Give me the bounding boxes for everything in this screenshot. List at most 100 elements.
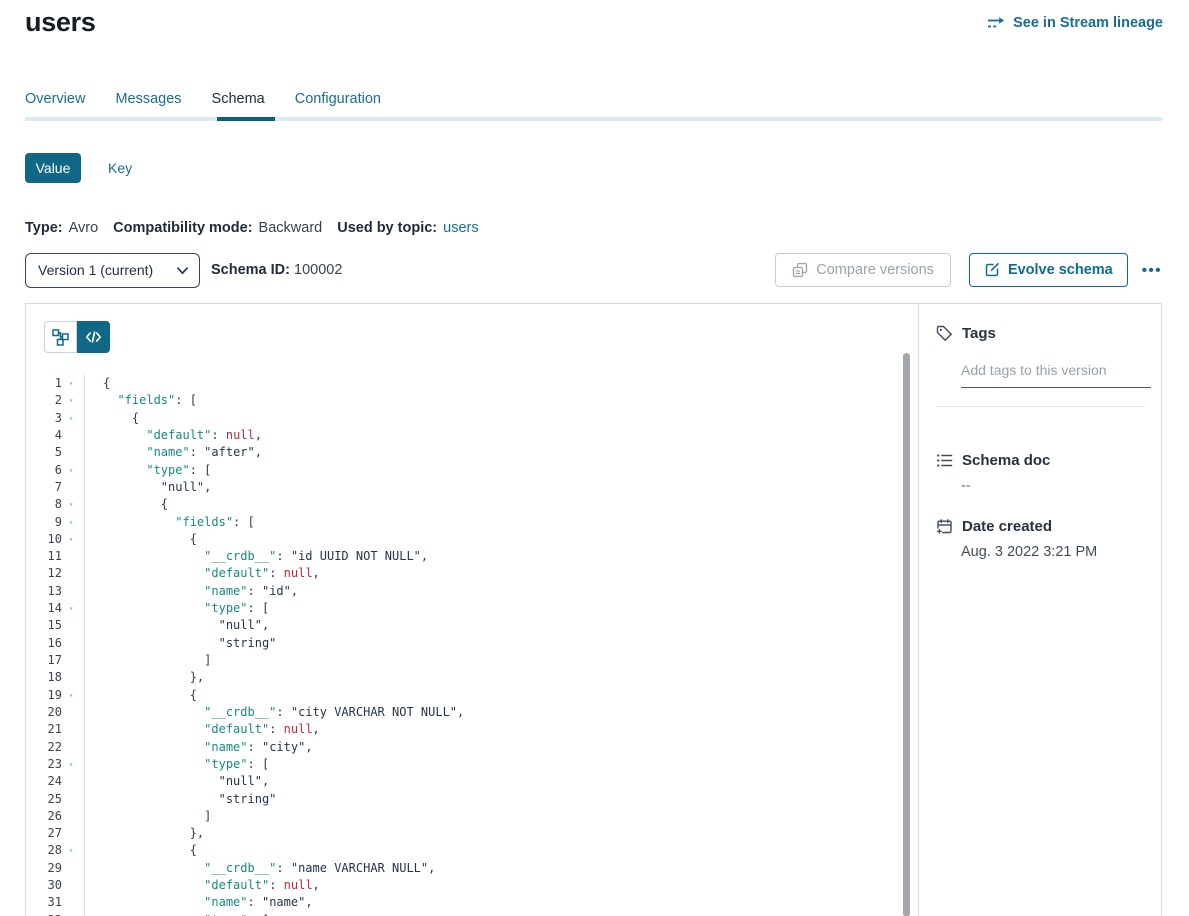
code-text: { — [84, 375, 110, 392]
code-text: "type": [ — [84, 912, 269, 916]
page-title: users — [25, 7, 96, 38]
code-line: 26 ] — [26, 808, 902, 825]
code-text: { — [84, 687, 197, 704]
line-number: 10 — [26, 531, 62, 548]
fold-toggle-icon[interactable]: ▾ — [64, 392, 78, 409]
fold-spacer — [64, 739, 78, 756]
fold-spacer — [64, 617, 78, 634]
fold-toggle-icon[interactable]: ▾ — [64, 756, 78, 773]
code-text: "default": null, — [84, 427, 262, 444]
code-text: ] — [84, 808, 211, 825]
code-line: 22 "name": "city", — [26, 739, 902, 756]
code-line: 7 "null", — [26, 479, 902, 496]
code-line: 27 }, — [26, 825, 902, 842]
fold-spacer — [64, 669, 78, 686]
fold-spacer — [64, 583, 78, 600]
fold-spacer — [64, 635, 78, 652]
line-number: 7 — [26, 479, 62, 496]
code-text: "name": "after", — [84, 444, 262, 461]
code-line: 2▾ "fields": [ — [26, 392, 902, 409]
line-number: 2 — [26, 392, 62, 409]
code-text: "null", — [84, 479, 211, 496]
type-label: Type: — [25, 220, 63, 236]
code-text: "__crdb__": "name VARCHAR NULL", — [84, 860, 435, 877]
fold-spacer — [64, 479, 78, 496]
fold-toggle-icon[interactable]: ▾ — [64, 496, 78, 513]
fold-toggle-icon[interactable]: ▾ — [64, 842, 78, 859]
code-line: 9▾ "fields": [ — [26, 514, 902, 531]
code-text: "type": [ — [84, 462, 211, 479]
code-line: 25 "string" — [26, 791, 902, 808]
date-created-heading: Date created — [936, 518, 1145, 535]
fold-toggle-icon[interactable]: ▾ — [64, 687, 78, 704]
code-line: 5 "name": "after", — [26, 444, 902, 461]
code-text: "default": null, — [84, 721, 320, 738]
line-number: 3 — [26, 410, 62, 427]
line-number: 15 — [26, 617, 62, 634]
sidebar-divider — [936, 406, 1145, 407]
code-text: { — [84, 410, 139, 427]
schema-meta-row: Type: Avro Compatibility mode: Backward … — [25, 220, 479, 236]
code-line: 20 "__crdb__": "city VARCHAR NOT NULL", — [26, 704, 902, 721]
fold-toggle-icon[interactable]: ▾ — [64, 410, 78, 427]
fold-toggle-icon[interactable]: ▾ — [64, 462, 78, 479]
code-line: 13 "name": "id", — [26, 583, 902, 600]
topic-link[interactable]: users — [443, 220, 478, 236]
line-number: 5 — [26, 444, 62, 461]
tab-underline-track — [25, 117, 1162, 121]
key-toggle-button[interactable]: Key — [108, 160, 132, 176]
fold-spacer — [64, 704, 78, 721]
code-text: { — [84, 496, 168, 513]
fold-toggle-icon[interactable]: ▾ — [64, 531, 78, 548]
add-tags-input[interactable] — [961, 362, 1151, 388]
line-number: 27 — [26, 825, 62, 842]
fold-spacer — [64, 808, 78, 825]
code-text: "type": [ — [84, 600, 269, 617]
line-number: 21 — [26, 721, 62, 738]
fold-spacer — [64, 773, 78, 790]
compare-icon — [792, 262, 808, 278]
schema-doc-icon — [936, 452, 953, 469]
tree-view-button[interactable] — [44, 321, 77, 353]
evolve-schema-button[interactable]: Evolve schema — [969, 253, 1128, 287]
fold-toggle-icon[interactable]: ▾ — [64, 375, 78, 392]
version-select[interactable]: Version 1 (current) — [25, 253, 200, 288]
fold-spacer — [64, 427, 78, 444]
code-text: "string" — [84, 635, 276, 652]
line-number: 13 — [26, 583, 62, 600]
compare-versions-button[interactable]: Compare versions — [775, 253, 951, 287]
code-text: "__crdb__": "id UUID NOT NULL", — [84, 548, 428, 565]
fold-toggle-icon[interactable]: ▾ — [64, 600, 78, 617]
code-line: 18 }, — [26, 669, 902, 686]
code-line: 8▾ { — [26, 496, 902, 513]
code-line: 24 "null", — [26, 773, 902, 790]
chevron-down-icon — [177, 267, 188, 275]
code-line: 32▾ "type": [ — [26, 912, 902, 916]
code-text: }, — [84, 825, 204, 842]
line-number: 25 — [26, 791, 62, 808]
stream-lineage-link[interactable]: See in Stream lineage — [987, 15, 1163, 31]
line-number: 18 — [26, 669, 62, 686]
code-view-button[interactable] — [77, 321, 110, 353]
vertical-scrollbar[interactable] — [903, 353, 910, 916]
code-lines: 1▾{2▾ "fields": [3▾ {4 "default": null,5… — [26, 375, 902, 916]
compatibility-label: Compatibility mode: — [113, 220, 252, 236]
tags-section-heading: Tags — [936, 325, 1145, 342]
code-line: 3▾ { — [26, 410, 902, 427]
type-value: Avro — [69, 220, 99, 236]
compatibility-value: Backward — [259, 220, 323, 236]
value-toggle-button[interactable]: Value — [25, 153, 81, 183]
line-number: 31 — [26, 894, 62, 911]
code-line: 14▾ "type": [ — [26, 600, 902, 617]
fold-spacer — [64, 877, 78, 894]
code-text: { — [84, 842, 197, 859]
fold-toggle-icon[interactable]: ▾ — [64, 514, 78, 531]
more-actions-button[interactable]: ••• — [1142, 262, 1162, 279]
line-number: 8 — [26, 496, 62, 513]
schema-doc-heading: Schema doc — [936, 452, 1145, 469]
fold-spacer — [64, 565, 78, 582]
code-line: 15 "null", — [26, 617, 902, 634]
code-line: 11 "__crdb__": "id UUID NOT NULL", — [26, 548, 902, 565]
fold-toggle-icon[interactable]: ▾ — [64, 912, 78, 916]
line-number: 24 — [26, 773, 62, 790]
